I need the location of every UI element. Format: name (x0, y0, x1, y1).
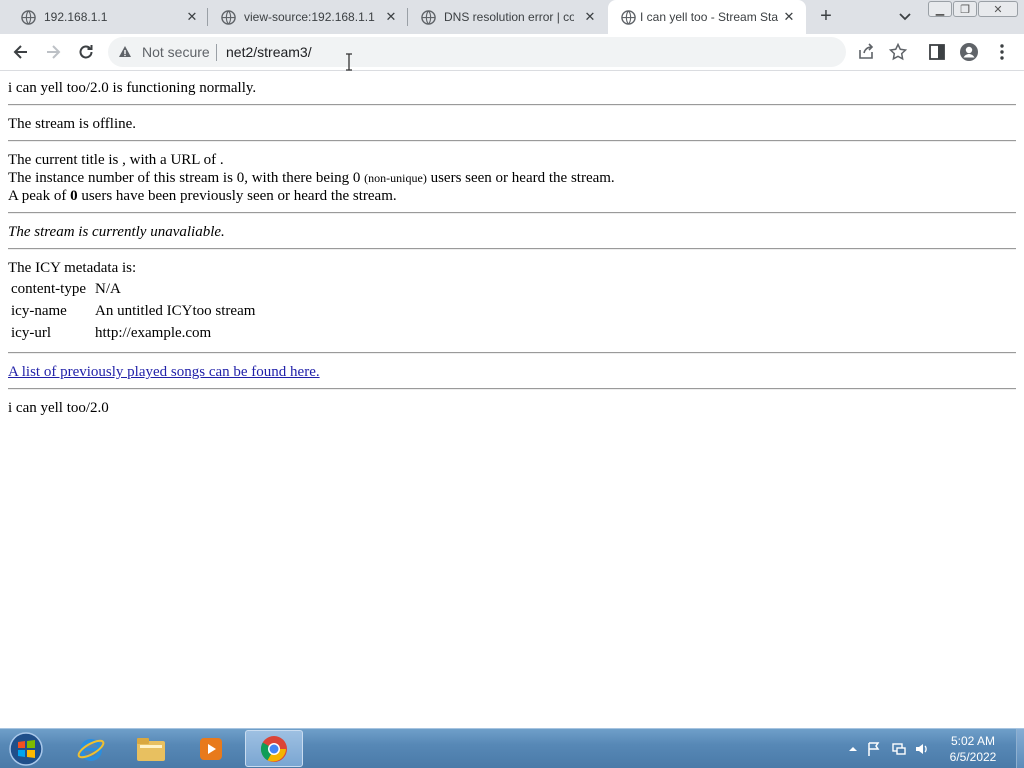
tab-title: view-source:192.168.1.1 (244, 10, 375, 24)
footer-text: i can yell too/2.0 (8, 400, 109, 416)
profile-avatar-icon[interactable] (959, 42, 979, 62)
close-tab-icon[interactable]: ✕ (582, 9, 598, 25)
close-tab-icon[interactable]: ✕ (781, 9, 797, 25)
close-tab-icon[interactable]: ✕ (184, 9, 200, 25)
icy-key: content-type (11, 281, 86, 297)
history-link-row: A list of previously played songs can be… (8, 363, 320, 381)
not-secure-label[interactable]: Not secure (142, 44, 210, 60)
peak-text: A peak of 0 users have been previously s… (8, 187, 397, 205)
taskbar-ie[interactable] (62, 730, 120, 767)
globe-icon (21, 10, 36, 25)
divider (8, 104, 1016, 106)
page-content: i can yell too/2.0 is functioning normal… (0, 72, 1024, 728)
more-menu-icon[interactable] (992, 42, 1012, 62)
star-icon[interactable] (888, 42, 908, 62)
volume-icon[interactable] (914, 741, 930, 757)
show-desktop-button[interactable] (1016, 729, 1024, 768)
taskbar-explorer[interactable] (122, 730, 180, 767)
non-unique-note: (non-unique) (364, 171, 427, 185)
restore-button[interactable]: ❐ (953, 1, 977, 17)
clock-date: 6/5/2022 (949, 750, 997, 764)
internet-explorer-icon (77, 738, 105, 761)
peak-suffix: users have been previously seen or heard… (81, 188, 397, 204)
instance-text-suffix: users seen or heard the stream. (430, 170, 615, 186)
divider (8, 248, 1016, 250)
icy-key: icy-name (11, 303, 67, 319)
close-tab-icon[interactable]: ✕ (383, 9, 399, 25)
divider (8, 388, 1016, 390)
media-player-icon (200, 737, 222, 760)
chrome-icon (260, 735, 287, 762)
server-status-text: i can yell too/2.0 is functioning normal… (8, 80, 257, 96)
instance-text: The instance number of this stream is 0,… (8, 169, 615, 187)
close-window-button[interactable]: ✕ (978, 1, 1018, 17)
browser-toolbar: Not secure net2/stream3/ (0, 34, 1024, 71)
side-panel-icon[interactable] (927, 42, 947, 62)
icy-value: N/A (95, 281, 121, 297)
divider (8, 352, 1016, 354)
reload-icon[interactable] (76, 42, 96, 62)
icy-value: An untitled ICYtoo stream (95, 303, 256, 319)
tab-strip: 192.168.1.1 ✕ view-source:192.168.1.1 ✕ … (0, 0, 1024, 34)
stream-status-text: The stream is offline. (8, 116, 137, 132)
network-icon[interactable] (891, 741, 907, 757)
availability-text: The stream is currently unavaliable. (8, 224, 225, 240)
omnibox-divider (216, 44, 217, 61)
folder-icon (137, 737, 165, 761)
text-cursor-icon (346, 53, 352, 71)
current-title-text: The current title is , with a URL of . (8, 152, 224, 168)
divider (8, 212, 1016, 214)
tab-3[interactable]: DNS resolution error | co ✕ (408, 0, 608, 34)
share-icon[interactable] (856, 42, 876, 62)
globe-icon (621, 10, 636, 25)
tab-title: 192.168.1.1 (44, 10, 108, 24)
icy-key: icy-url (11, 325, 51, 341)
tab-title: I can yell too - Stream Sta (640, 10, 779, 24)
peak-prefix: A peak of (8, 188, 67, 204)
song-history-link[interactable]: A list of previously played songs can be… (8, 364, 320, 380)
chevron-up-icon[interactable] (845, 741, 861, 757)
chevron-down-icon[interactable] (897, 8, 913, 24)
globe-icon (221, 10, 236, 25)
clock-time: 5:02 AM (950, 734, 996, 748)
taskbar-chrome[interactable] (245, 730, 303, 767)
tab-1[interactable]: 192.168.1.1 ✕ (8, 0, 208, 34)
url-text[interactable]: net2/stream3/ (226, 44, 312, 60)
taskbar: 5:02 AM 6/5/2022 (0, 728, 1024, 768)
flag-icon[interactable] (866, 741, 882, 757)
warning-icon[interactable] (118, 45, 132, 59)
new-tab-button[interactable]: + (816, 6, 836, 27)
globe-icon (421, 10, 436, 25)
taskbar-media-player[interactable] (182, 730, 240, 767)
divider (8, 140, 1016, 142)
tab-title: DNS resolution error | co (444, 10, 574, 24)
address-bar[interactable]: Not secure net2/stream3/ (108, 37, 846, 67)
minimize-button[interactable]: ▁ (928, 1, 952, 17)
system-clock[interactable]: 5:02 AM 6/5/2022 (930, 733, 1016, 765)
icy-heading: The ICY metadata is: (8, 260, 137, 276)
peak-value: 0 (70, 188, 78, 204)
start-button[interactable] (6, 731, 46, 767)
instance-text-prefix: The instance number of this stream is 0,… (8, 170, 361, 186)
back-arrow-icon[interactable] (11, 42, 31, 62)
tab-4-active[interactable]: I can yell too - Stream Sta ✕ (608, 0, 806, 34)
forward-arrow-icon[interactable] (43, 42, 63, 62)
tab-2[interactable]: view-source:192.168.1.1 ✕ (208, 0, 408, 34)
icy-value: http://example.com (95, 325, 212, 341)
